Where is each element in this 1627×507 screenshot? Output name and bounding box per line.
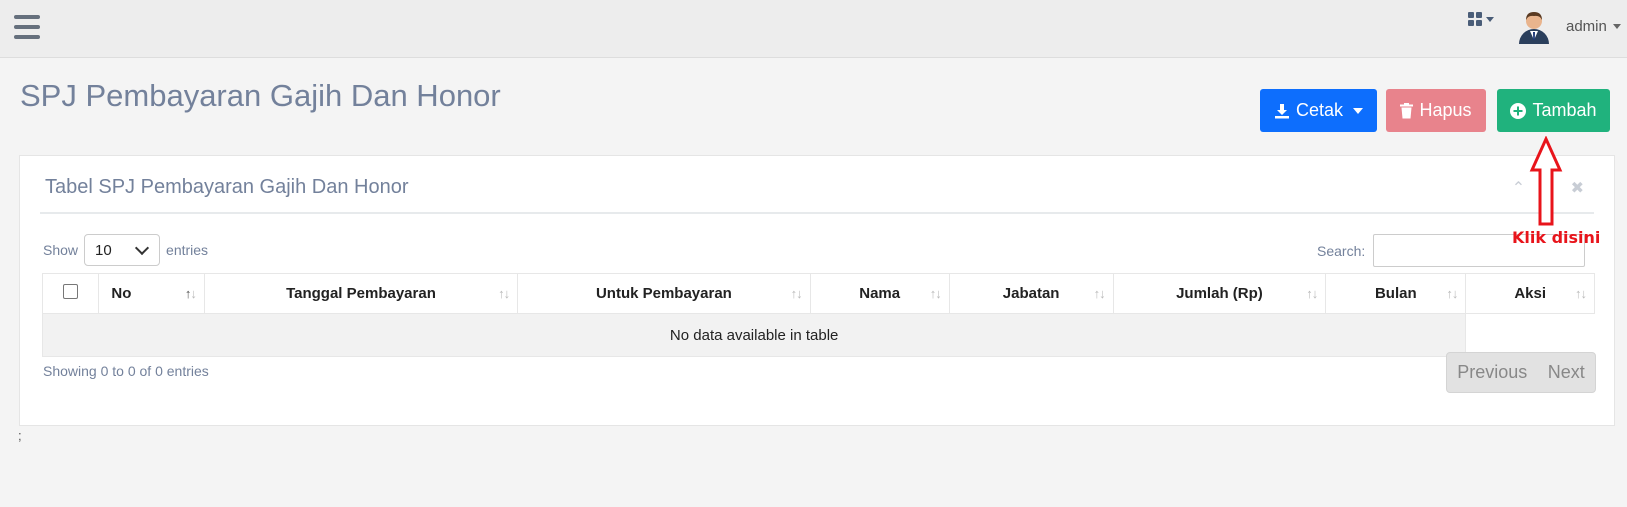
caret-down-icon (1353, 107, 1364, 114)
cetak-label: Cetak (1295, 100, 1344, 120)
sort-icon: ↑↓ (1093, 286, 1106, 301)
entries-length-control: Show 10 entries (43, 234, 208, 266)
user-menu[interactable]: admin (1566, 18, 1621, 35)
column-label: Bulan (1374, 285, 1417, 302)
user-name: admin (1566, 18, 1607, 35)
hapus-label: Hapus (1419, 100, 1472, 120)
column-label: Aksi (1514, 285, 1546, 302)
column-label: Nama (859, 285, 901, 302)
sort-icon: ↑↓ (1575, 286, 1587, 301)
table-row: No data available in table (41, 313, 1595, 357)
caret-down-icon (1486, 16, 1494, 22)
caret-down-icon (1612, 24, 1621, 29)
download-icon (1274, 103, 1289, 118)
column-header[interactable]: Jumlah (Rp) ↑↓ (1112, 273, 1327, 314)
chevron-down-icon (134, 240, 150, 256)
pagination: Previous Next (1446, 352, 1596, 393)
top-navbar: admin (0, 0, 1627, 58)
column-header[interactable]: Nama ↑↓ (809, 273, 950, 314)
footer-note: ; (18, 428, 22, 443)
previous-page-button[interactable]: Previous (1457, 362, 1527, 383)
column-header[interactable]: Tanggal Pembayaran ↑↓ (203, 273, 519, 314)
column-label: Untuk Pembayaran (595, 285, 732, 302)
entries-select[interactable]: 10 (84, 234, 161, 266)
sort-icon: ↑↓ (498, 286, 510, 301)
panel-divider (40, 212, 1594, 214)
hamburger-menu-icon[interactable] (14, 15, 40, 39)
close-icon[interactable]: ✖ (1571, 178, 1584, 198)
column-label: No (111, 285, 132, 302)
sort-icon: ↑↓ (929, 286, 942, 301)
tambah-button[interactable]: Tambah (1497, 89, 1610, 132)
show-label: Show (43, 242, 79, 258)
column-label: Tanggal Pembayaran (286, 285, 436, 302)
column-label: Jumlah (Rp) (1176, 285, 1263, 302)
sort-icon: ↑↓ (184, 286, 197, 301)
hapus-button[interactable]: Hapus (1386, 89, 1486, 132)
plus-circle-icon (1510, 102, 1527, 119)
select-all-checkbox[interactable] (63, 284, 78, 299)
column-header[interactable]: No ↑↓ (98, 273, 205, 314)
annotation-label: Klik disini (1512, 228, 1601, 247)
sort-icon: ↑↓ (1446, 286, 1458, 301)
table-header-row: No ↑↓ Tanggal Pembayaran ↑↓ Untuk Pembayar… (41, 273, 1595, 314)
select-all-header (41, 273, 100, 314)
sort-icon: ↑↓ (1306, 286, 1318, 301)
avatar[interactable] (1518, 10, 1550, 44)
spj-table: No ↑↓ Tanggal Pembayaran ↑↓ Untuk Pembayar… (41, 273, 1595, 357)
apps-menu[interactable] (1468, 12, 1494, 26)
arrow-up-icon (1529, 136, 1563, 226)
next-page-button[interactable]: Next (1548, 362, 1585, 383)
chevron-up-icon[interactable]: ⌃ (1512, 178, 1525, 198)
cetak-button[interactable]: Cetak (1260, 89, 1377, 132)
empty-table-message: No data available in table (41, 313, 1467, 357)
tambah-label: Tambah (1532, 100, 1597, 120)
entries-value: 10 (95, 241, 112, 259)
table-panel: Tabel SPJ Pembayaran Gajih Dan Honor ⌃ ✎… (19, 155, 1615, 426)
table-info: Showing 0 to 0 of 0 entries (43, 363, 209, 379)
entries-label: entries (166, 242, 209, 258)
trash-icon (1400, 102, 1414, 118)
column-header[interactable]: Untuk Pembayaran ↑↓ (517, 273, 811, 314)
column-label: Jabatan (1002, 285, 1060, 302)
sort-icon: ↑↓ (790, 286, 803, 301)
grid-icon (1468, 12, 1482, 26)
page-title: SPJ Pembayaran Gajih Dan Honor (20, 78, 501, 113)
panel-title: Tabel SPJ Pembayaran Gajih Dan Honor (45, 176, 409, 198)
column-header[interactable]: Jabatan ↑↓ (948, 273, 1114, 314)
column-header[interactable]: Aksi ↑↓ (1465, 273, 1595, 314)
column-header[interactable]: Bulan ↑↓ (1325, 273, 1467, 314)
search-label: Search: (1317, 242, 1366, 259)
